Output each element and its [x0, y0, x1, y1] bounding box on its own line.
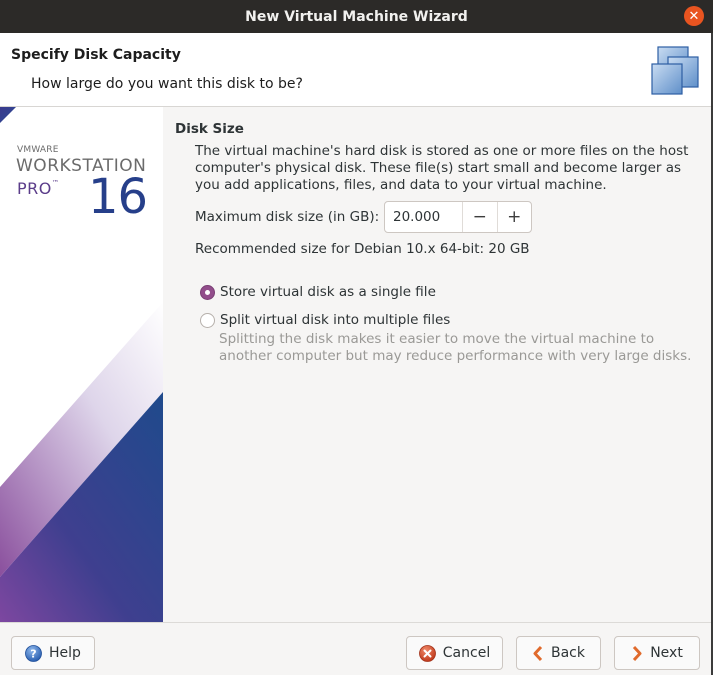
chevron-right-icon	[631, 645, 643, 662]
svg-text:?: ?	[30, 647, 36, 660]
window-titlebar: New Virtual Machine Wizard ✕	[0, 0, 713, 33]
brand-edition-text: PRO	[17, 179, 52, 198]
window-title: New Virtual Machine Wizard	[245, 8, 468, 25]
split-files-hint: Splitting the disk makes it easier to mo…	[219, 331, 692, 364]
radio-split-files[interactable]: Split virtual disk into multiple files	[200, 312, 450, 328]
section-title: Disk Size	[175, 121, 244, 137]
help-button[interactable]: ? Help	[11, 636, 95, 670]
recommended-size: Recommended size for Debian 10.x 64-bit:…	[195, 241, 530, 257]
next-button[interactable]: Next	[614, 636, 700, 670]
brand-trademark: ™	[51, 179, 60, 187]
radio-checked-icon[interactable]	[200, 284, 215, 300]
brand-version: 16	[88, 169, 148, 225]
brand-vendor: VMWARE	[17, 145, 59, 155]
wizard-footer: ? Help Cancel Back Next	[0, 622, 713, 675]
plus-icon: +	[507, 207, 522, 227]
max-disk-size-label: Maximum disk size (in GB):	[195, 209, 380, 225]
radio-unchecked-icon[interactable]	[200, 312, 215, 328]
wizard-header: Specify Disk Capacity How large do you w…	[0, 33, 713, 107]
radio-single-file-label: Store virtual disk as a single file	[220, 284, 436, 300]
chevron-left-icon	[532, 645, 544, 662]
brand-edition: PRO™	[17, 179, 59, 198]
cancel-button-label: Cancel	[442, 645, 491, 661]
radio-split-files-label: Split virtual disk into multiple files	[220, 312, 451, 328]
minus-icon: −	[472, 207, 487, 227]
brand-sidebar: VMWARE WORKSTATION PRO™ 16	[0, 107, 163, 622]
decrement-button[interactable]: −	[462, 202, 497, 232]
close-button[interactable]: ✕	[684, 6, 704, 26]
help-icon: ?	[25, 644, 42, 662]
help-button-label: Help	[49, 645, 81, 661]
back-button[interactable]: Back	[516, 636, 601, 670]
back-button-label: Back	[551, 645, 585, 661]
radio-single-file[interactable]: Store virtual disk as a single file	[200, 284, 436, 300]
page-subtitle: How large do you want this disk to be?	[31, 76, 303, 92]
disk-description: The virtual machine's hard disk is store…	[195, 143, 689, 193]
increment-button[interactable]: +	[496, 202, 532, 232]
cancel-button[interactable]: Cancel	[406, 636, 503, 670]
stacked-disks-icon	[651, 46, 699, 95]
max-disk-size-input[interactable]	[385, 202, 462, 232]
page-title: Specify Disk Capacity	[11, 47, 181, 63]
next-button-label: Next	[650, 645, 683, 661]
cancel-icon	[418, 644, 436, 662]
close-icon: ✕	[688, 8, 700, 24]
wizard-content: Disk Size The virtual machine's hard dis…	[163, 107, 713, 622]
max-disk-size-spinner: − +	[384, 201, 532, 233]
